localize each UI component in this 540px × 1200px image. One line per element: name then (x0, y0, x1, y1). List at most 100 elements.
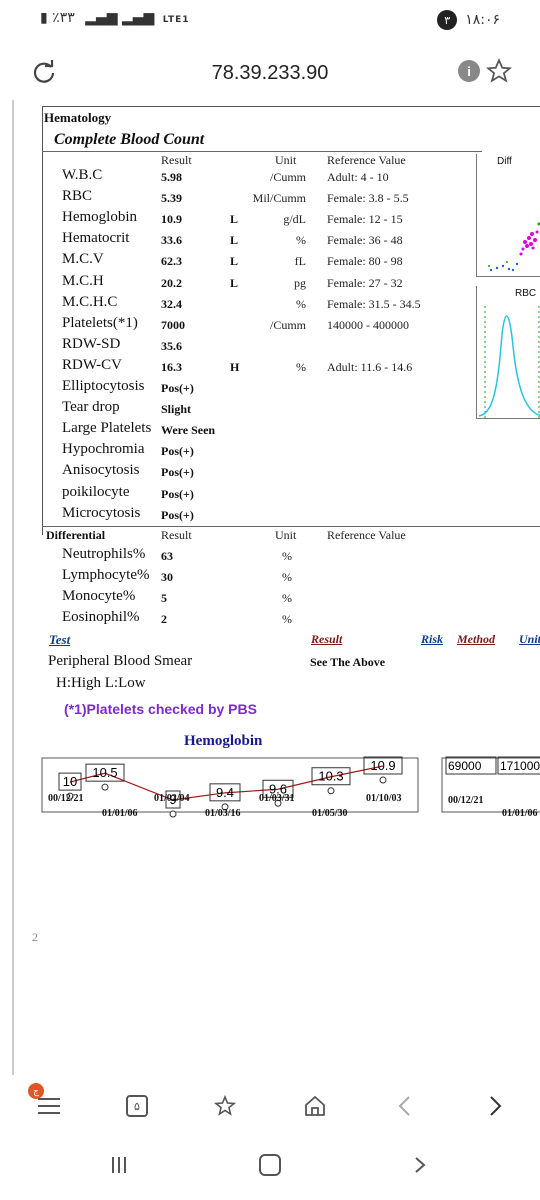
platelet-date-label: 00/12/21 (448, 795, 484, 806)
bookmark-star-icon[interactable] (484, 56, 514, 86)
result-value: Slight (161, 402, 192, 417)
result-value: Pos(+) (161, 486, 194, 501)
test-name: RDW-SD (62, 335, 121, 352)
flag: L (230, 233, 239, 248)
header-rule (42, 151, 482, 152)
unit: /Cumm (269, 317, 306, 332)
test-name: W.B.C (62, 167, 103, 183)
result-link[interactable]: Result (311, 632, 342, 647)
status-left: ▮ ٪۳۳ ▂▄▆ ▂▄▆ LTE1 (40, 10, 190, 26)
risk-link[interactable]: Risk (421, 632, 443, 647)
test-name: Tear drop (62, 399, 120, 416)
result-value: 16.3 (161, 359, 182, 374)
table-row: RDW-CV 16.3 H% Adult: 11.6 - 14.6 (14, 357, 540, 378)
test-name: Hemoglobin (62, 209, 137, 226)
result-value: 63 (161, 549, 173, 563)
rbc-histogram: RBC (476, 286, 540, 419)
differential-row: Eosinophil% 2% (14, 609, 540, 630)
recent-apps-icon[interactable] (104, 1150, 134, 1180)
test-name: M.C.H.C (62, 293, 118, 310)
table-row: Anisocytosis Pos(+) (14, 462, 540, 483)
reference-value: Female: 80 - 98 (327, 254, 403, 269)
notification-badge: ۳ (437, 10, 458, 30)
flag: L (230, 254, 239, 269)
trend-date-label: 01/01/06 (102, 808, 138, 819)
result-header: Result (161, 153, 192, 167)
flag-legend: H:High L:Low (56, 675, 146, 691)
unit: Mil/Cumm (252, 191, 306, 206)
address-bar: 78.39.233.90 i (0, 44, 540, 100)
table-row: M.C.V 62.3 LfL Female: 80 - 98 (14, 251, 540, 272)
table-row: RBC 5.39 Mil/Cumm Female: 3.8 - 5.5 (14, 188, 540, 209)
result-value: 7000 (161, 317, 185, 332)
unit: % (296, 233, 306, 248)
trend-value-label: 10.9 (370, 758, 395, 773)
unit: g/dL (283, 212, 306, 227)
menu-badge: ج (28, 1083, 44, 1099)
result-value: 5 (161, 591, 167, 605)
test-name: Anisocytosis (62, 462, 140, 479)
reference-value: Female: 36 - 48 (327, 233, 403, 248)
test-name: Eosinophil% (62, 609, 140, 625)
test-name: poikilocyte (62, 483, 130, 500)
unit: % (296, 359, 306, 374)
method-link[interactable]: Method (457, 632, 495, 647)
test-name: Neutrophils% (62, 546, 146, 562)
browser-toolbar: ج ۵ (0, 1075, 540, 1135)
unit: % (282, 570, 292, 584)
page-number: 2 (32, 930, 38, 944)
unit: % (282, 612, 292, 626)
bookmarks-icon[interactable] (210, 1091, 240, 1121)
differential-row: Neutrophils% 63% (14, 546, 540, 567)
trend-date-label: 01/02/04 (154, 793, 190, 804)
result-value: 35.6 (161, 338, 182, 353)
differential-title: Differential (46, 528, 106, 542)
test-link[interactable]: Test (49, 632, 70, 648)
test-name: Microcytosis (62, 504, 141, 521)
trend-value-label: 10 (63, 774, 77, 789)
home-icon[interactable] (300, 1091, 330, 1121)
result-value: Pos(+) (161, 465, 194, 480)
test-name: M.C.H (62, 272, 104, 289)
unit-link[interactable]: Unit (519, 632, 540, 647)
diff-unit-header: Unit (275, 528, 297, 542)
back-arrow-icon[interactable] (390, 1091, 420, 1121)
tabs-icon[interactable]: ۵ (122, 1091, 152, 1121)
result-value: 33.6 (161, 233, 182, 248)
flag: H (230, 359, 240, 374)
table-row: M.C.H.C 32.4% Female: 31.5 - 34.5 (14, 294, 540, 315)
table-row: Hemoglobin 10.9 Lg/dL Female: 12 - 15 (14, 209, 540, 230)
table-row: Tear drop Slight (14, 399, 540, 420)
battery-level: ٪۳۳ (52, 10, 75, 26)
reference-value: Adult: 4 - 10 (327, 170, 389, 184)
status-right: ۳ ۱۸:۰۶ (437, 10, 500, 30)
nav-back-icon[interactable] (405, 1150, 435, 1180)
site-info-icon[interactable]: i (458, 60, 480, 82)
differential-row: Monocyte% 5% (14, 588, 540, 609)
trend-date-label: 01/03/16 (205, 808, 241, 819)
test-name: RDW-CV (62, 356, 122, 373)
network-label: LTE1 (162, 15, 190, 25)
home-button-icon[interactable] (255, 1150, 285, 1180)
reference-value: Female: 31.5 - 34.5 (327, 296, 421, 311)
platelet-trend-value: 69000 (448, 759, 482, 773)
platelet-date-label: 01/01/06 (502, 808, 538, 819)
result-value: 32.4 (161, 296, 182, 311)
rbc-curve (478, 306, 540, 418)
hemoglobin-trend-chart: 1010.59 9.4 9.610.310.9 69000 171000 (41, 756, 540, 818)
trend-date-label: 01/03/31 (259, 793, 295, 804)
unit: pg (294, 275, 306, 290)
unit: /Cumm (269, 170, 306, 184)
test-name: Platelets(*1) (62, 314, 138, 331)
forward-arrow-icon[interactable] (480, 1091, 510, 1121)
reference-value: Female: 3.8 - 5.5 (327, 191, 409, 206)
diff-scatter-plot: Diff (476, 154, 540, 277)
trend-point (379, 776, 387, 784)
table-row: Large Platelets Were Seen (14, 420, 540, 441)
result-value: 5.39 (161, 191, 182, 206)
test-name: Lymphocyte% (62, 567, 150, 583)
unit: % (282, 591, 292, 605)
flag: L (230, 275, 239, 290)
test-name: Hypochromia (62, 441, 145, 458)
trend-point (327, 787, 335, 795)
